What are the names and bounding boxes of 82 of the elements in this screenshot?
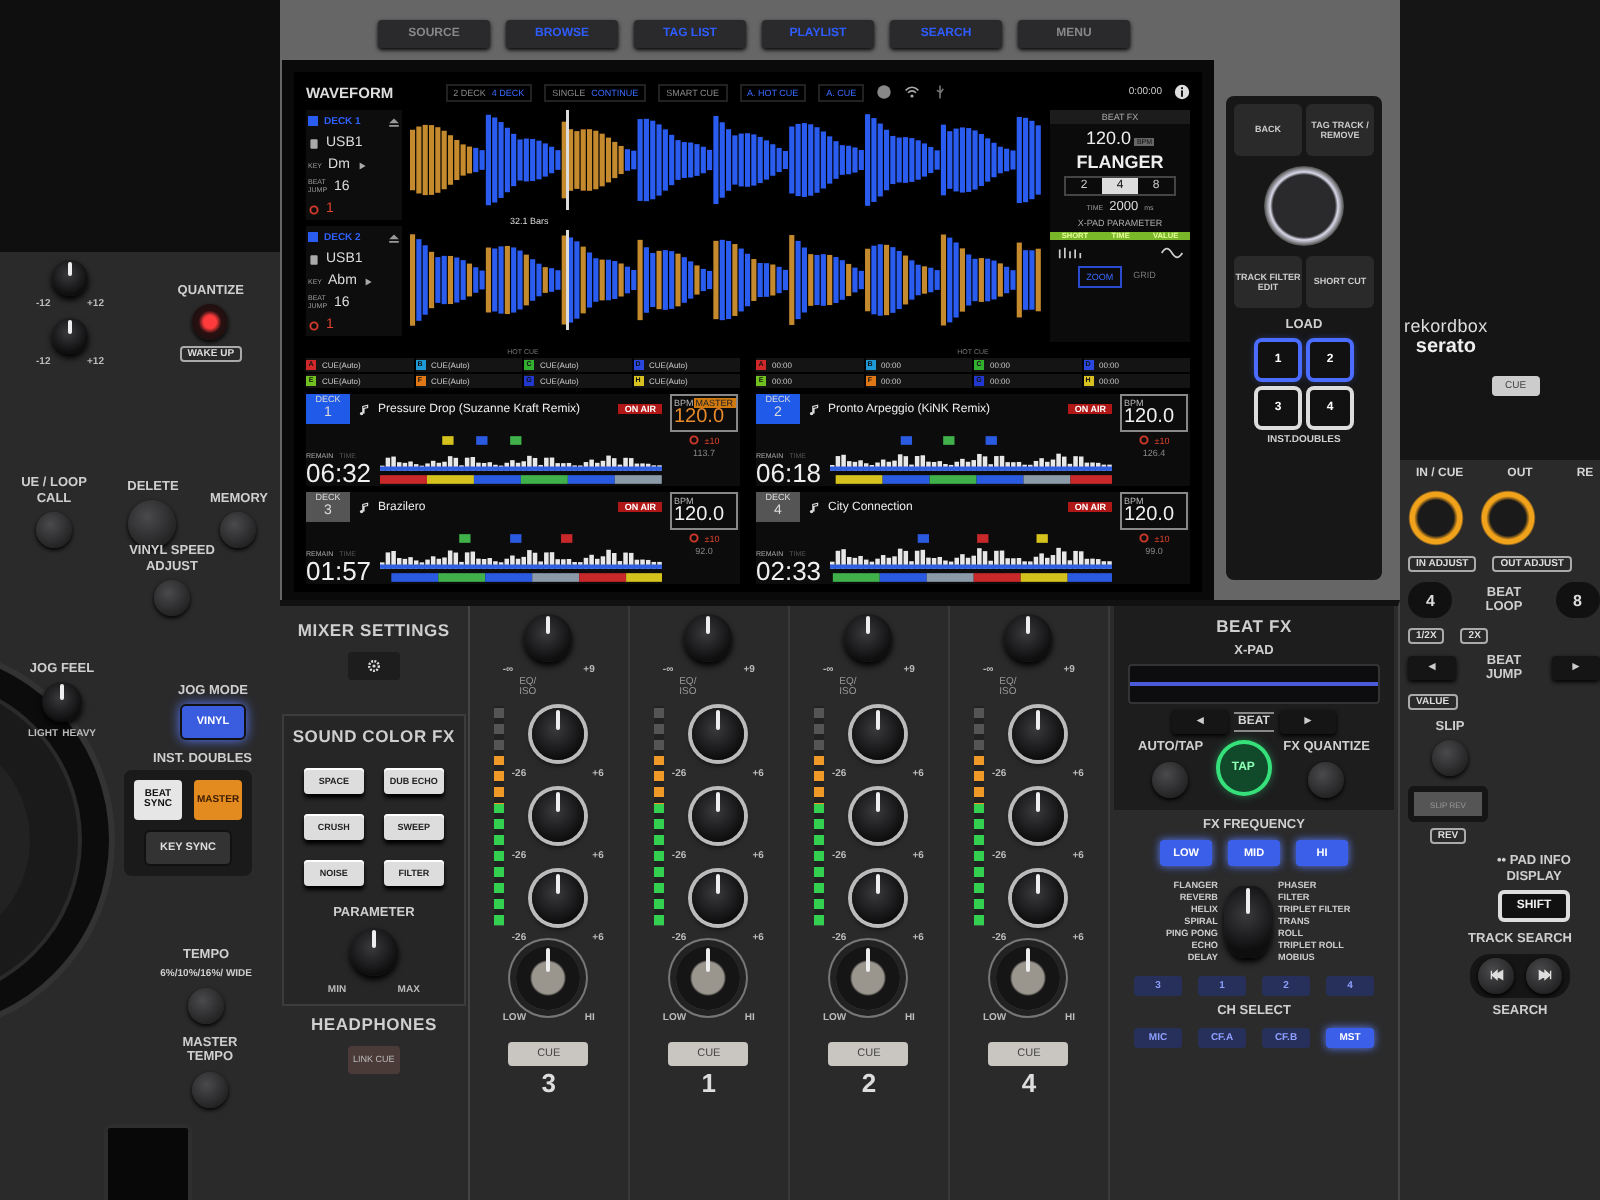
eq-knob[interactable] (531, 708, 584, 760)
bpm-value: 120.0 (1124, 506, 1177, 526)
bpm-value: 120.0 (674, 408, 727, 428)
beat-fx-title: BEAT FX (1216, 618, 1292, 638)
gear-icon (365, 657, 382, 674)
color-knob[interactable] (836, 946, 901, 1010)
eq-knob[interactable] (851, 790, 904, 842)
eq-knob[interactable] (1011, 872, 1064, 924)
remaining-time: 06:32 (306, 460, 372, 486)
eq-knob[interactable] (1011, 790, 1064, 842)
rotary-selector-knob[interactable] (1264, 166, 1344, 246)
play-icon[interactable] (355, 159, 368, 171)
jog-feel-knob[interactable] (42, 682, 82, 722)
eq-knob[interactable] (531, 790, 584, 842)
sine-wave-icon (1159, 244, 1183, 262)
eject-icon[interactable] (388, 115, 400, 127)
channel-number: 3 (541, 1068, 556, 1098)
parameter-knob[interactable] (349, 928, 398, 976)
tempo-reset-icon (1138, 532, 1151, 544)
color-knob[interactable] (516, 946, 581, 1010)
skip-forward-icon (1537, 968, 1551, 983)
quantize-icon (308, 203, 320, 215)
music-note-icon (358, 403, 370, 415)
usb-icon (932, 84, 949, 100)
trim-knob[interactable] (524, 614, 573, 662)
music-note-icon (808, 501, 820, 513)
quantize-icon (308, 319, 320, 331)
waveform-shape-icon (1057, 244, 1081, 262)
usb-drive-icon (308, 253, 320, 265)
remaining-time: 06:18 (756, 460, 822, 486)
beat-loop-button[interactable]: 8 (1555, 582, 1600, 618)
trim-knob[interactable] (684, 614, 733, 662)
x-pad-strip[interactable] (1128, 664, 1380, 705)
sound-color-fx-title: SOUND COLOR FX (292, 727, 456, 748)
skip-back-icon (1489, 968, 1503, 983)
music-note-icon (358, 501, 370, 513)
tempo-reset-icon (688, 434, 701, 446)
mixer-settings-label: MIXER SETTINGS (297, 622, 450, 642)
tempo-reset-icon (1138, 434, 1151, 446)
eq-knob[interactable] (1011, 708, 1064, 760)
rekordbox-logo: rekordbox (1404, 316, 1488, 336)
loop-out-button[interactable] (1480, 490, 1536, 546)
tempo-reset-icon (688, 532, 701, 544)
deck-color-square (308, 116, 318, 126)
eq-knob[interactable] (851, 708, 904, 760)
effect-name: FLANGER (1076, 152, 1164, 172)
channel-number: 4 (1021, 1068, 1037, 1098)
deck-color-square (308, 232, 318, 242)
music-note-icon (808, 403, 820, 415)
bpm-value: 120.0 (1085, 128, 1131, 148)
knob[interactable] (52, 318, 88, 354)
knob[interactable] (52, 260, 88, 296)
trim-knob[interactable] (1004, 614, 1053, 662)
previous-track-button[interactable] (1478, 957, 1514, 994)
channel-number: 1 (701, 1068, 717, 1098)
mixer-settings-button[interactable] (347, 651, 400, 680)
wifi-icon (904, 84, 921, 100)
serato-logo: serato (1415, 336, 1476, 358)
loop-in-button[interactable] (1408, 490, 1464, 546)
eq-knob[interactable] (531, 872, 584, 924)
channel-number: 2 (861, 1068, 877, 1098)
usb-drive-icon (308, 137, 320, 149)
play-icon[interactable] (362, 275, 375, 287)
trim-knob[interactable] (844, 614, 893, 662)
beat-loop-button[interactable]: 4 (1408, 582, 1453, 618)
eq-knob[interactable] (691, 790, 744, 842)
quantize-button[interactable] (192, 304, 229, 341)
eq-knob[interactable] (691, 708, 744, 760)
eq-knob[interactable] (851, 872, 904, 924)
headphones-label: HEADPHONES (310, 1016, 437, 1036)
next-track-button[interactable] (1526, 957, 1562, 994)
bpm-value: 120.0 (1124, 408, 1177, 428)
delete-button[interactable] (128, 500, 177, 548)
eq-knob[interactable] (691, 872, 744, 924)
remaining-time: 01:57 (306, 558, 372, 584)
bpm-value: 120.0 (674, 506, 727, 526)
effect-selector-knob[interactable] (1224, 885, 1272, 958)
color-knob[interactable] (676, 946, 741, 1010)
info-icon[interactable] (1174, 84, 1190, 100)
color-knob[interactable] (996, 946, 1061, 1010)
remaining-time: 02:33 (756, 558, 822, 584)
eject-icon[interactable] (388, 231, 400, 243)
